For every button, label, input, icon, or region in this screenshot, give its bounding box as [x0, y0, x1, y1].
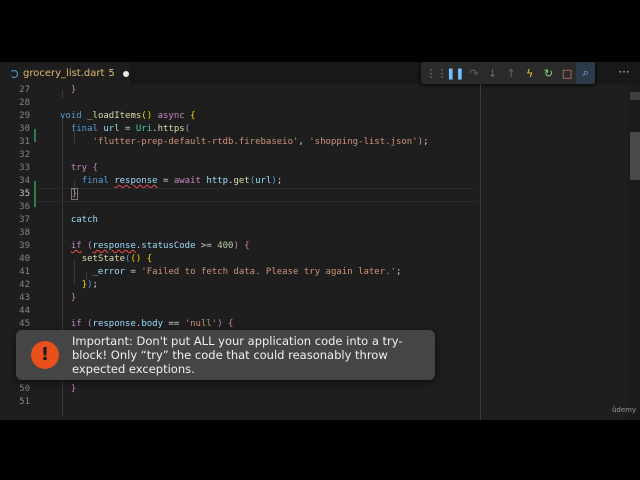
restart-icon[interactable]: ↻: [539, 62, 558, 84]
stop-icon[interactable]: □: [558, 62, 577, 84]
udemy-watermark: ûdemy: [612, 406, 637, 414]
code-line: 27 }: [19, 85, 77, 95]
inspect-icon[interactable]: ⌕: [576, 62, 595, 84]
code-line: 43 }: [19, 293, 77, 303]
code-line: 38: [19, 228, 30, 238]
code-line: 33 try {: [19, 163, 98, 173]
code-line: 42 });: [19, 280, 98, 290]
minimap-marker: [630, 92, 640, 100]
minimap-slider[interactable]: [630, 132, 640, 180]
problem-count-badge: 5: [108, 68, 115, 79]
step-into-icon[interactable]: ↓: [483, 62, 502, 84]
step-out-icon[interactable]: ↑: [502, 62, 521, 84]
code-line: 50 }: [19, 384, 77, 394]
code-line: 40 setState(() {: [19, 254, 153, 264]
code-line: 29 void _loadItems() async {: [19, 111, 196, 121]
code-line: 39 if (response.statusCode >= 400) {: [19, 241, 250, 251]
code-line: 34 final response = await http.get(url);: [19, 176, 283, 186]
step-over-icon[interactable]: ↷: [465, 62, 484, 84]
toast-message: Important: Don't put ALL your applicatio…: [72, 334, 403, 376]
tab-grocery-list[interactable]: grocery_list.dart 5: [0, 62, 130, 84]
code-line: 28: [19, 98, 30, 108]
exclamation-icon: !: [31, 341, 59, 369]
tab-bar: grocery_list.dart 5 ⋮⋮ ❚❚ ↷ ↓ ↑ ϟ ↻ □ ⌕ …: [0, 62, 640, 84]
drag-handle-icon[interactable]: ⋮⋮: [426, 62, 448, 84]
unsaved-dot-icon[interactable]: [122, 70, 129, 77]
more-actions-icon[interactable]: ···: [614, 65, 634, 81]
hot-reload-icon[interactable]: ϟ: [521, 62, 540, 84]
code-line: 31 'flutter-prep-default-rtdb.firebaseio…: [19, 137, 429, 147]
pause-icon[interactable]: ❚❚: [446, 62, 465, 84]
code-line: 36: [19, 202, 30, 212]
tab-label: grocery_list.dart: [23, 68, 105, 79]
code-line: 30 final url = Uri.https(: [19, 124, 191, 134]
code-line: 51: [19, 397, 30, 407]
info-toast: ! Important: Don't put ALL your applicat…: [16, 330, 435, 380]
code-line: 37 catch: [19, 215, 98, 225]
code-line-current: 35 }: [0, 188, 640, 202]
code-line: 41 _error = 'Failed to fetch data. Pleas…: [19, 267, 402, 277]
code-line: 44: [19, 306, 30, 316]
column-ruler: [480, 84, 481, 420]
code-line: 32: [19, 150, 30, 160]
dart-file-icon: [10, 69, 18, 78]
debug-toolbar: ⋮⋮ ❚❚ ↷ ↓ ↑ ϟ ↻ □ ⌕: [421, 62, 595, 84]
